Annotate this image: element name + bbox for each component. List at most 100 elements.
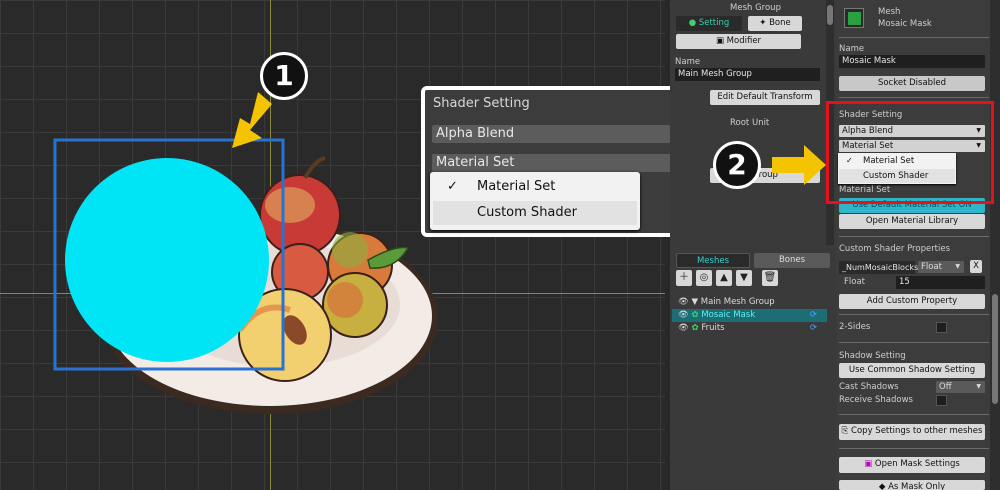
property-name-field[interactable]: _NumMosaicBlocks xyxy=(839,261,918,274)
tree-item-fruits[interactable]: 👁 ✿ Fruits ⟳ xyxy=(672,322,827,335)
copy-settings-button[interactable]: ⎘ Copy Settings to other meshes xyxy=(839,424,985,440)
tab-label: Setting xyxy=(698,18,730,28)
tab-bones[interactable]: Bones xyxy=(754,253,830,268)
divider xyxy=(839,448,989,449)
edit-default-transform-button[interactable]: Edit Default Transform xyxy=(710,90,820,105)
menu-option-material-set[interactable]: ✓ Material Set xyxy=(839,154,955,168)
tree-item-label: Fruits xyxy=(701,323,725,333)
expand-arrow-icon[interactable]: ▼ xyxy=(692,297,699,307)
float-value-field[interactable]: 15 xyxy=(896,276,985,289)
tree-item-mosaic-mask[interactable]: 👁 ✿ Mosaic Mask ⟳ xyxy=(672,309,827,322)
open-material-library-button[interactable]: Open Material Library xyxy=(839,214,985,229)
scroll-thumb[interactable] xyxy=(827,5,833,25)
name-label: Name xyxy=(839,44,865,54)
mesh-thumbnail xyxy=(844,8,864,28)
root-unit-label: Root Unit xyxy=(730,118,770,128)
mesh-name-field[interactable]: Mosaic Mask xyxy=(839,55,985,68)
add-icon[interactable]: ＋ xyxy=(676,270,692,286)
app-window: 1 Shader Setting Alpha Blend ▼ Material … xyxy=(0,0,1000,490)
receive-shadows-label: Receive Shadows xyxy=(839,395,913,405)
divider xyxy=(839,342,989,343)
scroll-thumb[interactable] xyxy=(992,294,998,404)
eye-icon[interactable]: 👁 xyxy=(678,323,689,333)
menu-option-label: Custom Shader xyxy=(863,171,929,181)
scene-viewport[interactable]: 1 xyxy=(0,0,665,490)
tab-bone[interactable]: ✦ Bone xyxy=(748,16,802,31)
menu-option-custom-shader[interactable]: Custom Shader xyxy=(433,201,637,225)
custom-shader-properties-label: Custom Shader Properties xyxy=(839,244,951,254)
add-custom-property-button[interactable]: Add Custom Property xyxy=(839,294,985,309)
mesh-type-label: Mesh xyxy=(878,7,901,17)
two-sides-checkbox[interactable] xyxy=(936,322,947,333)
button-label: Open Mask Settings xyxy=(874,459,960,469)
dropdown-arrow-icon: ▼ xyxy=(955,263,960,270)
mesh-properties-panel: Mesh Mosaic Mask Name Mosaic Mask Socket… xyxy=(836,0,1000,490)
property-type-value: Float xyxy=(921,262,942,272)
step-one-badge: 1 xyxy=(260,52,308,100)
step-two-badge: 2 xyxy=(713,141,761,189)
link-icon[interactable]: ⟳ xyxy=(810,309,817,322)
dropdown-arrow-icon: ▼ xyxy=(976,383,981,390)
mesh-group-name-field[interactable]: Main Mesh Group xyxy=(675,68,820,81)
receive-shadows-checkbox[interactable] xyxy=(936,395,947,406)
eye-icon[interactable]: 👁 xyxy=(678,310,689,320)
mask-icon: ▣ xyxy=(864,459,873,469)
delete-icon[interactable]: 🗑 xyxy=(762,270,778,286)
move-up-icon[interactable]: ▲ xyxy=(716,270,732,286)
material-options-menu: ✓ Material Set Custom Shader xyxy=(430,172,640,230)
tree-item-label: Mosaic Mask xyxy=(701,310,756,320)
tree-item-main-mesh-group[interactable]: 👁 ▼ Main Mesh Group xyxy=(672,296,827,309)
blend-mode-dropdown[interactable]: Alpha Blend ▼ xyxy=(432,125,694,143)
divider xyxy=(839,97,989,98)
eye-icon[interactable]: 👁 xyxy=(678,297,689,307)
divider xyxy=(839,236,989,237)
mesh-icon: ✿ xyxy=(691,323,699,333)
scene-canvas xyxy=(53,92,438,414)
button-label: Modifier xyxy=(726,36,762,46)
shader-setting-callout: Shader Setting Alpha Blend ▼ Material Se… xyxy=(421,86,704,237)
layers-icon[interactable]: ◎ xyxy=(696,270,712,286)
callout-title: Shader Setting xyxy=(433,96,530,111)
cast-shadows-label: Cast Shadows xyxy=(839,382,899,392)
mesh-icon xyxy=(848,12,861,25)
modifier-icon: ▣ xyxy=(715,36,724,46)
material-dropdown[interactable]: Material Set ▼ xyxy=(432,154,694,172)
float-label: Float xyxy=(844,277,865,287)
menu-option-label: Custom Shader xyxy=(477,205,577,220)
divider xyxy=(839,37,989,38)
socket-disabled-button[interactable]: Socket Disabled xyxy=(839,76,985,91)
open-mask-settings-button[interactable]: ▣ Open Mask Settings xyxy=(839,457,985,473)
scrollbar-right[interactable] xyxy=(990,0,1000,490)
menu-option-material-set[interactable]: ✓ Material Set xyxy=(433,175,637,199)
modifier-button[interactable]: ▣ Modifier xyxy=(676,34,801,49)
button-label: Copy Settings to other meshes xyxy=(851,426,983,436)
copy-icon: ⎘ xyxy=(841,426,849,436)
cast-shadows-dropdown[interactable]: Off ▼ xyxy=(936,381,985,393)
shadow-setting-label: Shadow Setting xyxy=(839,351,906,361)
mask-icon: ◆ xyxy=(878,482,886,490)
as-mask-only-button[interactable]: ◆ As Mask Only xyxy=(839,480,985,490)
name-label: Name xyxy=(675,57,701,67)
tab-setting[interactable]: ● Setting xyxy=(676,16,742,31)
button-label: As Mask Only xyxy=(888,482,946,490)
property-type-dropdown[interactable]: Float ▼ xyxy=(918,261,964,273)
mosaic-mask-shape xyxy=(65,158,269,362)
mesh-icon: ✿ xyxy=(691,310,699,320)
divider xyxy=(839,314,989,315)
remove-property-button[interactable]: X xyxy=(970,260,982,273)
menu-option-custom-shader[interactable]: Custom Shader xyxy=(839,169,955,183)
divider xyxy=(839,414,989,415)
blend-mode-value: Alpha Blend xyxy=(436,126,515,141)
checkmark-icon: ✓ xyxy=(447,179,458,194)
pointer-arrow-icon xyxy=(772,145,826,185)
move-down-icon[interactable]: ▼ xyxy=(736,270,752,286)
tab-meshes[interactable]: Meshes xyxy=(676,253,750,268)
menu-option-label: Material Set xyxy=(477,179,556,194)
use-common-shadow-button[interactable]: Use Common Shadow Setting xyxy=(839,363,985,378)
menu-option-label: Material Set xyxy=(863,156,915,166)
link-icon[interactable]: ⟳ xyxy=(810,322,817,335)
panel-header: Mesh Group xyxy=(730,3,781,13)
tab-label: Bone xyxy=(769,18,791,28)
mesh-name-header: Mosaic Mask xyxy=(878,19,932,29)
setting-icon: ● xyxy=(688,18,697,28)
